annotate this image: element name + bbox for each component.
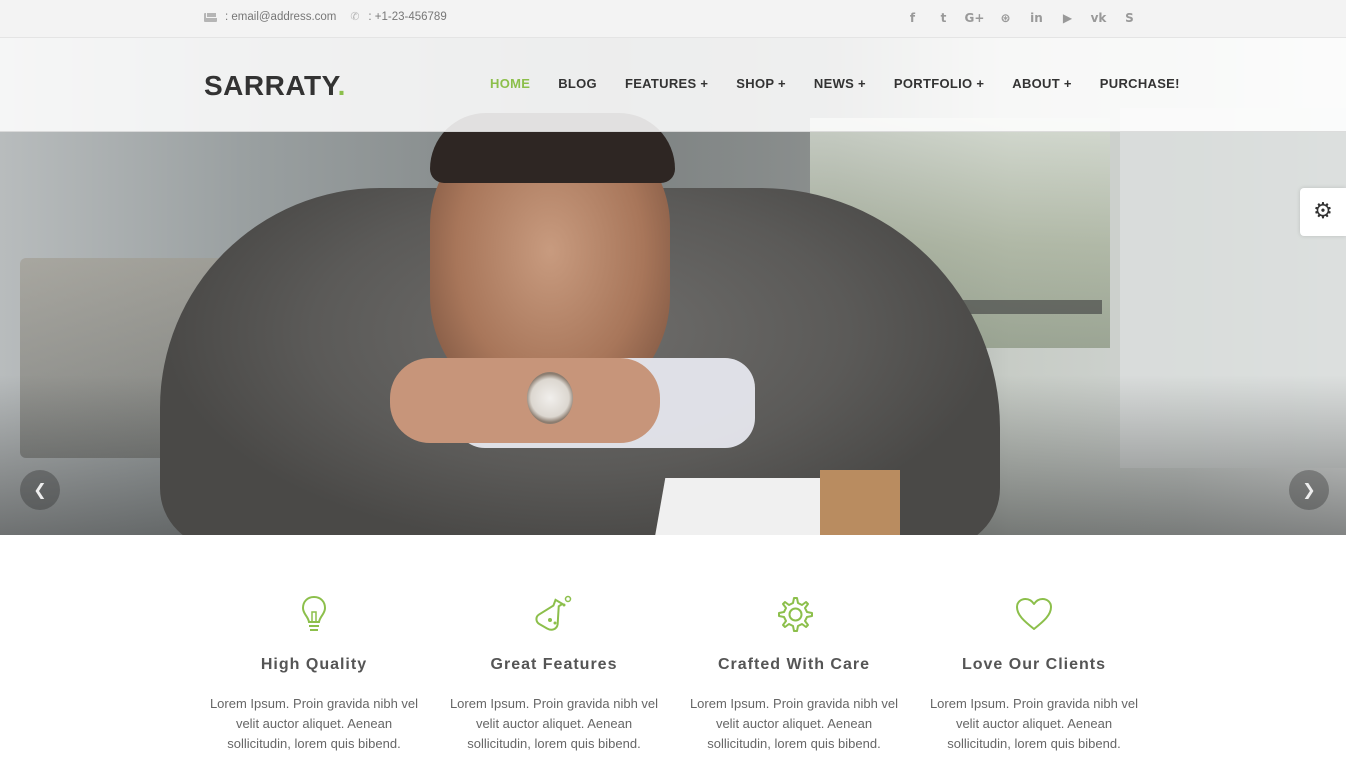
logo-dot: .	[337, 70, 346, 101]
lightbulb-icon	[194, 590, 434, 638]
social-links: f t G+ ⊛ in ▶ vk S	[897, 10, 1145, 26]
dribbble-icon[interactable]: ⊛	[990, 10, 1021, 26]
heart-icon	[914, 590, 1154, 638]
top-bar: : email@address.com ✆ : +1-23-456789 f t…	[0, 0, 1346, 38]
feature-item: High Quality Lorem Ipsum. Proin gravida …	[194, 590, 434, 754]
nav-item-home[interactable]: HOME	[490, 76, 530, 91]
contact-info: : email@address.com ✆ : +1-23-456789	[204, 11, 447, 23]
hero-person-arm	[390, 358, 660, 443]
nav-item-features[interactable]: FEATURES +	[625, 76, 708, 91]
contact-email[interactable]: : email@address.com	[225, 11, 336, 23]
feature-text: Lorem Ipsum. Proin gravida nibh vel veli…	[449, 696, 659, 751]
hero-box	[820, 470, 900, 535]
features-section: High Quality Lorem Ipsum. Proin gravida …	[194, 590, 1154, 754]
feature-title: Love Our Clients	[961, 656, 1107, 673]
feature-text: Lorem Ipsum. Proin gravida nibh vel veli…	[929, 696, 1139, 751]
vk-icon[interactable]: vk	[1083, 10, 1114, 26]
site-logo[interactable]: SARRATY.	[204, 70, 346, 102]
feature-item: Love Our Clients Lorem Ipsum. Proin grav…	[914, 590, 1154, 754]
feature-text: Lorem Ipsum. Proin gravida nibh vel veli…	[689, 696, 899, 751]
gears-icon: ⚙	[1313, 199, 1333, 224]
feature-title: Great Features	[490, 656, 618, 673]
chevron-left-icon: ❮	[33, 480, 47, 499]
nav-item-blog[interactable]: BLOG	[558, 76, 597, 91]
feature-title: Crafted With Care	[718, 656, 870, 673]
nav-item-about[interactable]: ABOUT +	[1012, 76, 1072, 91]
youtube-icon[interactable]: ▶	[1052, 10, 1083, 26]
gear-icon	[674, 590, 914, 638]
main-nav: HOME BLOG FEATURES + SHOP + NEWS + PORTF…	[476, 76, 1194, 91]
nav-item-purchase[interactable]: PURCHASE!	[1100, 76, 1180, 91]
feature-item: Great Features Lorem Ipsum. Proin gravid…	[434, 590, 674, 754]
slider-prev-button[interactable]: ❮	[20, 470, 60, 510]
twitter-icon[interactable]: t	[928, 10, 959, 26]
slider-next-button[interactable]: ❯	[1289, 470, 1329, 510]
facebook-icon[interactable]: f	[897, 10, 928, 26]
linkedin-icon[interactable]: in	[1021, 10, 1052, 26]
nav-item-portfolio[interactable]: PORTFOLIO +	[894, 76, 984, 91]
feature-title: High Quality	[260, 656, 368, 673]
contact-phone[interactable]: : +1-23-456789	[368, 11, 446, 23]
feature-item: Crafted With Care Lorem Ipsum. Proin gra…	[674, 590, 914, 754]
nav-item-shop[interactable]: SHOP +	[736, 76, 786, 91]
chevron-right-icon: ❯	[1302, 480, 1316, 499]
nav-item-news[interactable]: NEWS +	[814, 76, 866, 91]
settings-panel-toggle[interactable]: ⚙	[1300, 188, 1346, 236]
phone-icon: ✆	[350, 10, 360, 23]
feature-text: Lorem Ipsum. Proin gravida nibh vel veli…	[209, 696, 419, 751]
skype-icon[interactable]: S	[1114, 10, 1145, 26]
envelope-icon	[204, 12, 217, 22]
logo-text: SARRATY	[204, 70, 338, 101]
google-plus-icon[interactable]: G+	[959, 10, 990, 26]
flask-icon	[434, 590, 674, 638]
hero-watch	[527, 372, 573, 424]
main-header: SARRATY. HOME BLOG FEATURES + SHOP + NEW…	[0, 38, 1346, 132]
